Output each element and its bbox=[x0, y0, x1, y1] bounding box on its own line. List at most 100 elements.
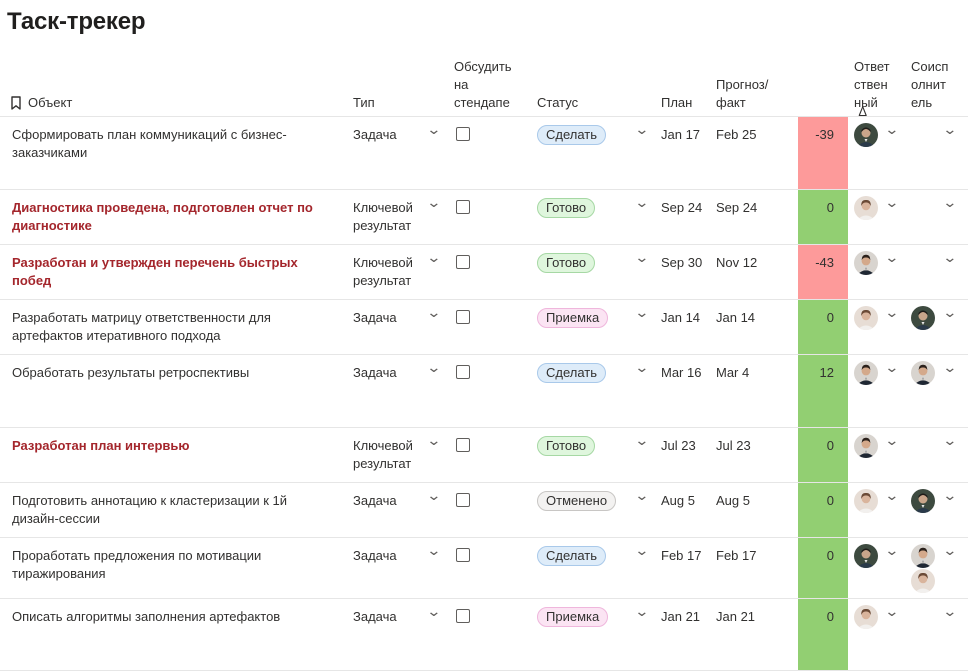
discuss-checkbox[interactable] bbox=[456, 438, 470, 452]
task-name[interactable]: Разработать матрицу ответственности для а… bbox=[12, 309, 342, 345]
chevron-down-icon[interactable]: ⌄ bbox=[426, 603, 441, 620]
column-header-plan[interactable]: План bbox=[661, 94, 692, 112]
discuss-checkbox[interactable] bbox=[456, 609, 470, 623]
column-header-responsible[interactable]: Ответ ствен ный bbox=[854, 58, 890, 112]
type-value[interactable]: Задача bbox=[353, 547, 425, 565]
avatar[interactable] bbox=[854, 123, 878, 147]
column-header-coexecutor[interactable]: Соисп олнит ель bbox=[911, 58, 948, 112]
chevron-down-icon[interactable]: ⌄ bbox=[884, 304, 899, 321]
chevron-down-icon[interactable]: ⌄ bbox=[942, 432, 957, 449]
chevron-down-icon[interactable]: ⌄ bbox=[426, 194, 441, 211]
avatar[interactable] bbox=[854, 196, 878, 220]
discuss-checkbox[interactable] bbox=[456, 310, 470, 324]
discuss-checkbox[interactable] bbox=[456, 127, 470, 141]
chevron-down-icon[interactable]: ⌄ bbox=[942, 304, 957, 321]
chevron-down-icon[interactable]: ⌄ bbox=[634, 603, 649, 620]
avatar[interactable] bbox=[854, 251, 878, 275]
avatar[interactable] bbox=[911, 569, 935, 593]
avatar[interactable] bbox=[911, 306, 935, 330]
task-name[interactable]: Разработан план интервью bbox=[12, 437, 342, 455]
status-badge[interactable]: Приемка bbox=[537, 607, 609, 627]
status-badge[interactable]: Сделать bbox=[537, 363, 607, 383]
type-value[interactable]: Задача bbox=[353, 492, 425, 510]
chevron-down-icon[interactable]: ⌄ bbox=[884, 249, 899, 266]
chevron-down-icon[interactable]: ⌄ bbox=[634, 487, 649, 504]
chevron-down-icon[interactable]: ⌄ bbox=[634, 121, 649, 138]
column-header-type[interactable]: Тип bbox=[353, 94, 375, 112]
chevron-down-icon[interactable]: ⌄ bbox=[426, 249, 441, 266]
chevron-down-icon[interactable]: ⌄ bbox=[634, 432, 649, 449]
forecast-date: Jan 21 bbox=[716, 609, 756, 624]
type-value-line: Задача bbox=[353, 127, 397, 142]
task-name[interactable]: Описать алгоритмы заполнения артефактов bbox=[12, 608, 342, 626]
status-badge[interactable]: Сделать bbox=[537, 546, 607, 566]
chevron-down-icon[interactable]: ⌄ bbox=[942, 542, 957, 559]
chevron-down-icon[interactable]: ⌄ bbox=[884, 194, 899, 211]
column-header-object[interactable]: Объект bbox=[10, 94, 72, 112]
chevron-down-icon[interactable]: ⌄ bbox=[426, 432, 441, 449]
chevron-down-icon[interactable]: ⌄ bbox=[634, 249, 649, 266]
chevron-down-icon[interactable]: ⌄ bbox=[942, 603, 957, 620]
avatar[interactable] bbox=[854, 544, 878, 568]
avatar[interactable] bbox=[911, 489, 935, 513]
avatar[interactable] bbox=[854, 361, 878, 385]
delta-cell: 0 bbox=[798, 599, 848, 671]
chevron-down-icon[interactable]: ⌄ bbox=[884, 542, 899, 559]
chevron-down-icon[interactable]: ⌄ bbox=[426, 542, 441, 559]
status-badge[interactable]: Сделать bbox=[537, 125, 607, 145]
chevron-down-icon[interactable]: ⌄ bbox=[884, 603, 899, 620]
chevron-down-icon[interactable]: ⌄ bbox=[942, 249, 957, 266]
discuss-checkbox[interactable] bbox=[456, 200, 470, 214]
status-badge[interactable]: Приемка bbox=[537, 308, 609, 328]
task-name[interactable]: Обработать результаты ретроспективы bbox=[12, 364, 342, 382]
type-value[interactable]: Задача bbox=[353, 364, 425, 382]
task-name[interactable]: Диагностика проведена, подготовлен отчет… bbox=[12, 199, 342, 235]
type-value[interactable]: Задача bbox=[353, 608, 425, 626]
status-badge[interactable]: Отменено bbox=[537, 491, 617, 511]
chevron-down-icon[interactable]: ⌄ bbox=[634, 194, 649, 211]
avatar[interactable] bbox=[911, 544, 935, 568]
avatar[interactable] bbox=[854, 306, 878, 330]
chevron-down-icon[interactable]: ⌄ bbox=[426, 359, 441, 376]
chevron-down-icon[interactable]: ⌄ bbox=[426, 304, 441, 321]
status-badge[interactable]: Готово bbox=[537, 253, 596, 273]
chevron-down-icon[interactable]: ⌄ bbox=[634, 359, 649, 376]
avatar[interactable] bbox=[854, 605, 878, 629]
chevron-down-icon[interactable]: ⌄ bbox=[634, 304, 649, 321]
discuss-checkbox[interactable] bbox=[456, 493, 470, 507]
task-name[interactable]: Проработать предложения по мотивации тира… bbox=[12, 547, 342, 583]
chevron-down-icon[interactable]: ⌄ bbox=[884, 121, 899, 138]
status-badge[interactable]: Готово bbox=[537, 198, 596, 218]
chevron-down-icon[interactable]: ⌄ bbox=[884, 432, 899, 449]
discuss-checkbox[interactable] bbox=[456, 548, 470, 562]
status-badge[interactable]: Готово bbox=[537, 436, 596, 456]
column-header-forecast[interactable]: Прогноз/ факт bbox=[716, 76, 768, 112]
chevron-down-icon[interactable]: ⌄ bbox=[426, 121, 441, 138]
chevron-down-icon[interactable]: ⌄ bbox=[942, 359, 957, 376]
type-value[interactable]: Задача bbox=[353, 126, 425, 144]
avatar[interactable] bbox=[911, 361, 935, 385]
chevron-down-icon[interactable]: ⌄ bbox=[634, 542, 649, 559]
chevron-down-icon[interactable]: ⌄ bbox=[884, 359, 899, 376]
task-name[interactable]: Разработан и утвержден перечень быстрых п… bbox=[12, 254, 342, 290]
delta-cell: 0 bbox=[798, 190, 848, 245]
chevron-down-icon[interactable]: ⌄ bbox=[426, 487, 441, 504]
task-name-line: тиражирования bbox=[12, 566, 106, 581]
task-name[interactable]: Подготовить аннотацию к кластеризации к … bbox=[12, 492, 342, 528]
discuss-checkbox[interactable] bbox=[456, 255, 470, 269]
task-name[interactable]: Сформировать план коммуникаций с бизнес-… bbox=[12, 126, 342, 162]
type-value[interactable]: Ключевой результат bbox=[353, 254, 425, 290]
column-header-status[interactable]: Статус bbox=[537, 94, 578, 112]
chevron-down-icon[interactable]: ⌄ bbox=[942, 487, 957, 504]
forecast-date: Feb 25 bbox=[716, 127, 757, 142]
chevron-down-icon[interactable]: ⌄ bbox=[942, 194, 957, 211]
chevron-down-icon[interactable]: ⌄ bbox=[942, 121, 957, 138]
type-value[interactable]: Задача bbox=[353, 309, 425, 327]
avatar[interactable] bbox=[854, 434, 878, 458]
avatar[interactable] bbox=[854, 489, 878, 513]
type-value[interactable]: Ключевой результат bbox=[353, 199, 425, 235]
discuss-checkbox[interactable] bbox=[456, 365, 470, 379]
column-header-discuss[interactable]: Обсудить на стендапе bbox=[454, 58, 512, 112]
type-value[interactable]: Ключевой результат bbox=[353, 437, 425, 473]
chevron-down-icon[interactable]: ⌄ bbox=[884, 487, 899, 504]
